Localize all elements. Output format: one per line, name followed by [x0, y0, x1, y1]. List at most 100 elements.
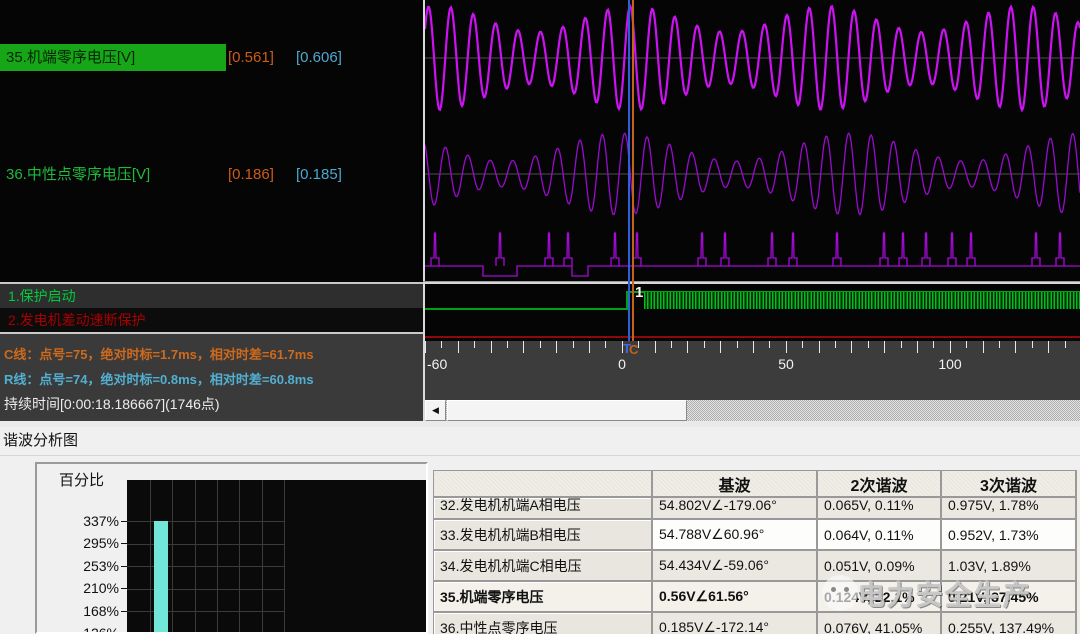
- ruler-label: 100: [938, 356, 961, 372]
- ruler-label: 0: [618, 356, 626, 372]
- scroll-left-arrow-icon: ◀: [432, 405, 439, 415]
- table-row-label[interactable]: 32.发电机机端A相电压: [433, 497, 652, 519]
- table-row-label[interactable]: 34.发电机机端C相电压: [433, 550, 652, 581]
- harmonic-bar-chart-panel: 百分比 337% 295% 253% 210% 168% 126%: [35, 462, 428, 634]
- c-cursor-info: C线：点号=75，绝对时标=1.7ms，相对时差=61.7ms: [4, 342, 423, 367]
- ytick-label: 126%: [57, 625, 119, 634]
- digital-event-flag: 1: [635, 284, 643, 301]
- chart-gridline: [127, 611, 285, 612]
- ytick-label: 168%: [57, 603, 119, 619]
- c-cursor-marker[interactable]: C: [629, 342, 638, 357]
- table-header-cell: 基波: [652, 470, 817, 497]
- table-value-cell: 0.56V∠61.56°: [652, 581, 817, 612]
- ruler-tick: [868, 341, 869, 348]
- ruler-tick: [556, 341, 557, 353]
- ruler-tick: [704, 341, 705, 348]
- table-value-cell: 0.255V, 137.49%: [941, 612, 1076, 634]
- ruler-tick: [1015, 341, 1016, 353]
- scrollbar-thumb[interactable]: [447, 400, 687, 421]
- digital-1-high-band: [644, 292, 1080, 309]
- ruler-tick: [458, 341, 459, 353]
- harmonic-table-next-column: [1076, 470, 1080, 634]
- chart-gridline: [172, 480, 173, 632]
- chart-gridline: [127, 521, 285, 522]
- digital-1-low-trace: [425, 308, 630, 310]
- channel-label[interactable]: 35.机端零序电压[V]: [0, 44, 226, 71]
- trip-item-diff-protection[interactable]: 2.发电机差动速断保护: [0, 308, 423, 332]
- table-value-cell: 54.788V∠60.96°: [652, 519, 817, 550]
- table-value-cell: 0.185V∠-172.14°: [652, 612, 817, 634]
- c-cursor-line[interactable]: [632, 0, 634, 341]
- table-header-cell: 2次谐波: [817, 470, 941, 497]
- ruler-tick: [802, 341, 803, 348]
- ruler-tick: [950, 341, 951, 353]
- ruler-tick: [999, 341, 1000, 348]
- table-value-cell: 0.065V, 0.11%: [817, 497, 941, 519]
- ruler-tick: [491, 341, 492, 353]
- ruler-tick: [1048, 341, 1049, 353]
- ruler-tick: [441, 341, 442, 348]
- ruler-tick: [901, 341, 902, 348]
- ruler-tick: [507, 341, 508, 348]
- horizontal-scrollbar[interactable]: ◀: [425, 400, 1080, 421]
- chart-gridline: [127, 566, 285, 567]
- table-value-cell: 0.076V, 41.05%: [817, 612, 941, 634]
- fault-wave-analysis-window: 35.机端零序电压[V] [0.561] [0.606] 36.中性点零序电压[…: [0, 0, 1080, 634]
- digital-trace-area: 1: [425, 284, 1080, 341]
- channel-c-value: [0.186]: [228, 161, 274, 188]
- ruler-tick: [605, 341, 606, 348]
- chart-gridline: [284, 480, 285, 632]
- ruler-tick: [819, 341, 820, 353]
- chart-gridline: [239, 480, 240, 632]
- time-ruler[interactable]: -60 0 50 100 T C: [425, 341, 1080, 400]
- channel-r-value: [0.606]: [296, 44, 342, 71]
- digital-2-low-trace: [425, 336, 1080, 338]
- channel-row-36[interactable]: 36.中性点零序电压[V] [0.186] [0.185]: [0, 161, 423, 188]
- ruler-tick: [655, 341, 656, 353]
- channel-label[interactable]: 36.中性点零序电压[V]: [0, 161, 226, 188]
- harmonic-section-title: 谐波分析图: [0, 427, 1080, 456]
- ruler-tick: [983, 341, 984, 353]
- ruler-tick: [573, 341, 574, 348]
- ytick-label: 337%: [57, 513, 119, 529]
- chart-gridline: [127, 544, 285, 545]
- chart-gridline: [217, 480, 218, 632]
- waveform-canvas: [425, 0, 1080, 281]
- table-row-label[interactable]: 33.发电机机端B相电压: [433, 519, 652, 550]
- ruler-tick: [917, 341, 918, 353]
- table-header-cell: [433, 470, 652, 497]
- channel-row-35[interactable]: 35.机端零序电压[V] [0.561] [0.606]: [0, 44, 423, 71]
- waveform-plot-area[interactable]: [425, 0, 1080, 281]
- ruler-tick: [523, 341, 524, 353]
- table-value-cell: 0.051V, 0.09%: [817, 550, 941, 581]
- r-cursor-line[interactable]: [628, 0, 630, 341]
- channel-r-value: [0.185]: [296, 161, 342, 188]
- chart-gridline: [195, 480, 196, 632]
- ruler-tick: [720, 341, 721, 353]
- ruler-tick: [884, 341, 885, 353]
- table-value-cell: 1.03V, 1.89%: [941, 550, 1076, 581]
- ruler-tick: [737, 341, 738, 348]
- trip-item-protection-start[interactable]: 1.保护启动: [0, 284, 423, 308]
- ytick-label: 253%: [57, 558, 119, 574]
- duration-info: 持续时间[0:00:18.186667](1746点): [4, 392, 423, 417]
- ruler-label: 50: [778, 356, 794, 372]
- ruler-tick: [835, 341, 836, 348]
- ruler-tick: [687, 341, 688, 353]
- table-row-label[interactable]: 35.机端零序电压: [433, 581, 652, 612]
- chart-gridline: [150, 480, 151, 632]
- table-value-cell: 0.952V, 1.73%: [941, 519, 1076, 550]
- ytick-label: 295%: [57, 535, 119, 551]
- channel-list-panel: 35.机端零序电压[V] [0.561] [0.606] 36.中性点零序电压[…: [0, 0, 423, 421]
- table-value-cell: 0.124V, 22.1%: [817, 581, 941, 612]
- table-row-label[interactable]: 36.中性点零序电压: [433, 612, 652, 634]
- ruler-tick: [540, 341, 541, 348]
- harmonic-plot-area: [127, 480, 426, 632]
- ruler-tick: [786, 341, 787, 353]
- table-value-cell: 54.802V∠-179.06°: [652, 497, 817, 519]
- scroll-left-button[interactable]: ◀: [425, 400, 446, 421]
- cursor-info-panel: C线：点号=75，绝对时标=1.7ms，相对时差=61.7ms R线：点号=74…: [0, 334, 423, 421]
- chart-gridline: [262, 480, 263, 632]
- ruler-label: -60: [427, 356, 447, 372]
- ruler-tick: [933, 341, 934, 348]
